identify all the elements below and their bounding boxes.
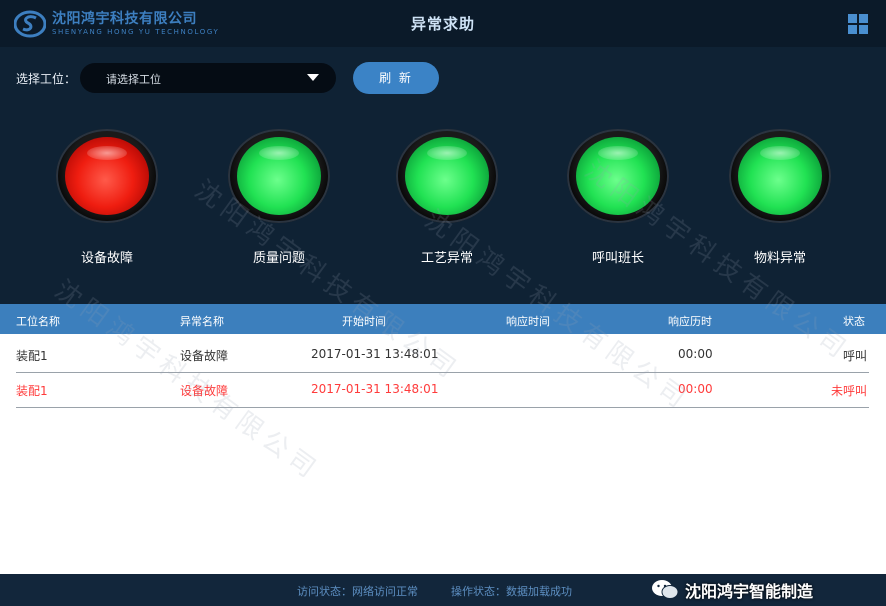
table-cell: 00:00 <box>678 347 713 361</box>
column-header[interactable]: 响应时间 <box>506 313 550 329</box>
table-cell: 设备故障 <box>180 349 229 363</box>
alarm-label: 呼叫班长 <box>591 251 644 266</box>
operation-status: 操作状态：数据加载成功 <box>451 585 572 598</box>
table-cell: 装配1 <box>16 384 48 398</box>
wechat-icon <box>652 580 679 599</box>
alarm-label: 工艺异常 <box>420 251 473 266</box>
access-status: 访问状态：网络访问正常 <box>297 585 418 598</box>
alarm-equipment-fault[interactable]: 设备故障 <box>47 129 167 266</box>
alarm-label: 物料异常 <box>753 251 806 266</box>
green-lamp-icon <box>237 137 321 215</box>
table-cell: 设备故障 <box>180 384 229 398</box>
wechat-watermark: 沈阳鸿宇智能制造 <box>651 578 813 602</box>
wechat-account-name: 沈阳鸿宇智能制造 <box>685 582 814 601</box>
chevron-down-icon <box>307 74 319 81</box>
table-header: 工位名称 异常名称 开始时间 响应时间 响应历时 状态 <box>0 304 886 334</box>
alarm-call-leader[interactable]: 呼叫班长 <box>558 129 678 266</box>
station-label: 选择工位： <box>16 72 77 86</box>
table-row[interactable]: 装配1 设备故障 2017-01-31 13:48:01 00:00 未呼叫 <box>16 371 869 408</box>
alarm-lamp-ring <box>729 129 831 223</box>
station-select-value: 请选择工位 <box>106 73 161 86</box>
table-cell: 00:00 <box>678 382 713 396</box>
alarm-quality-issue[interactable]: 质量问题 <box>219 129 339 266</box>
top-bar: 沈阳鸿宇科技有限公司 SHENYANG HONG YU TECHNOLOGY 异… <box>0 0 886 47</box>
alarm-label: 质量问题 <box>252 251 305 266</box>
alarm-lamp-ring <box>396 129 498 223</box>
red-lamp-icon <box>65 137 149 215</box>
alarm-process-abnormal[interactable]: 工艺异常 <box>387 129 507 266</box>
alarm-material-abnormal[interactable]: 物料异常 <box>720 129 840 266</box>
green-lamp-icon <box>738 137 822 215</box>
alarm-lamp-ring <box>56 129 158 223</box>
page-title: 异常求助 <box>410 15 475 33</box>
status-bar: 访问状态：网络访问正常 操作状态：数据加载成功 沈阳鸿宇智能制造 <box>0 574 886 606</box>
table-cell: 2017-01-31 13:48:01 <box>311 347 439 361</box>
table-cell: 2017-01-31 13:48:01 <box>311 382 439 396</box>
alarm-label: 设备故障 <box>80 251 133 266</box>
table-cell: 装配1 <box>16 349 48 363</box>
station-select[interactable]: 请选择工位 <box>80 63 336 93</box>
alarm-lamp-ring <box>228 129 330 223</box>
column-header[interactable]: 开始时间 <box>342 313 386 329</box>
table-cell: 未呼叫 <box>831 384 868 398</box>
alarm-lamp-ring <box>567 129 669 223</box>
refresh-button[interactable]: 刷 新 <box>353 62 439 94</box>
table-row[interactable]: 装配1 设备故障 2017-01-31 13:48:01 00:00 呼叫 <box>16 336 869 373</box>
grid-menu-icon[interactable] <box>848 14 868 34</box>
column-header[interactable]: 状态 <box>843 313 865 329</box>
column-header[interactable]: 工位名称 <box>16 313 60 329</box>
alarm-panel: 选择工位： 请选择工位 刷 新 设备故障 质量问题 工艺异常 呼叫班长 物料异常 <box>0 47 886 304</box>
column-header[interactable]: 响应历时 <box>668 313 712 329</box>
table-cell: 呼叫 <box>843 349 868 363</box>
column-header[interactable]: 异常名称 <box>180 313 224 329</box>
green-lamp-icon <box>576 137 660 215</box>
green-lamp-icon <box>405 137 489 215</box>
